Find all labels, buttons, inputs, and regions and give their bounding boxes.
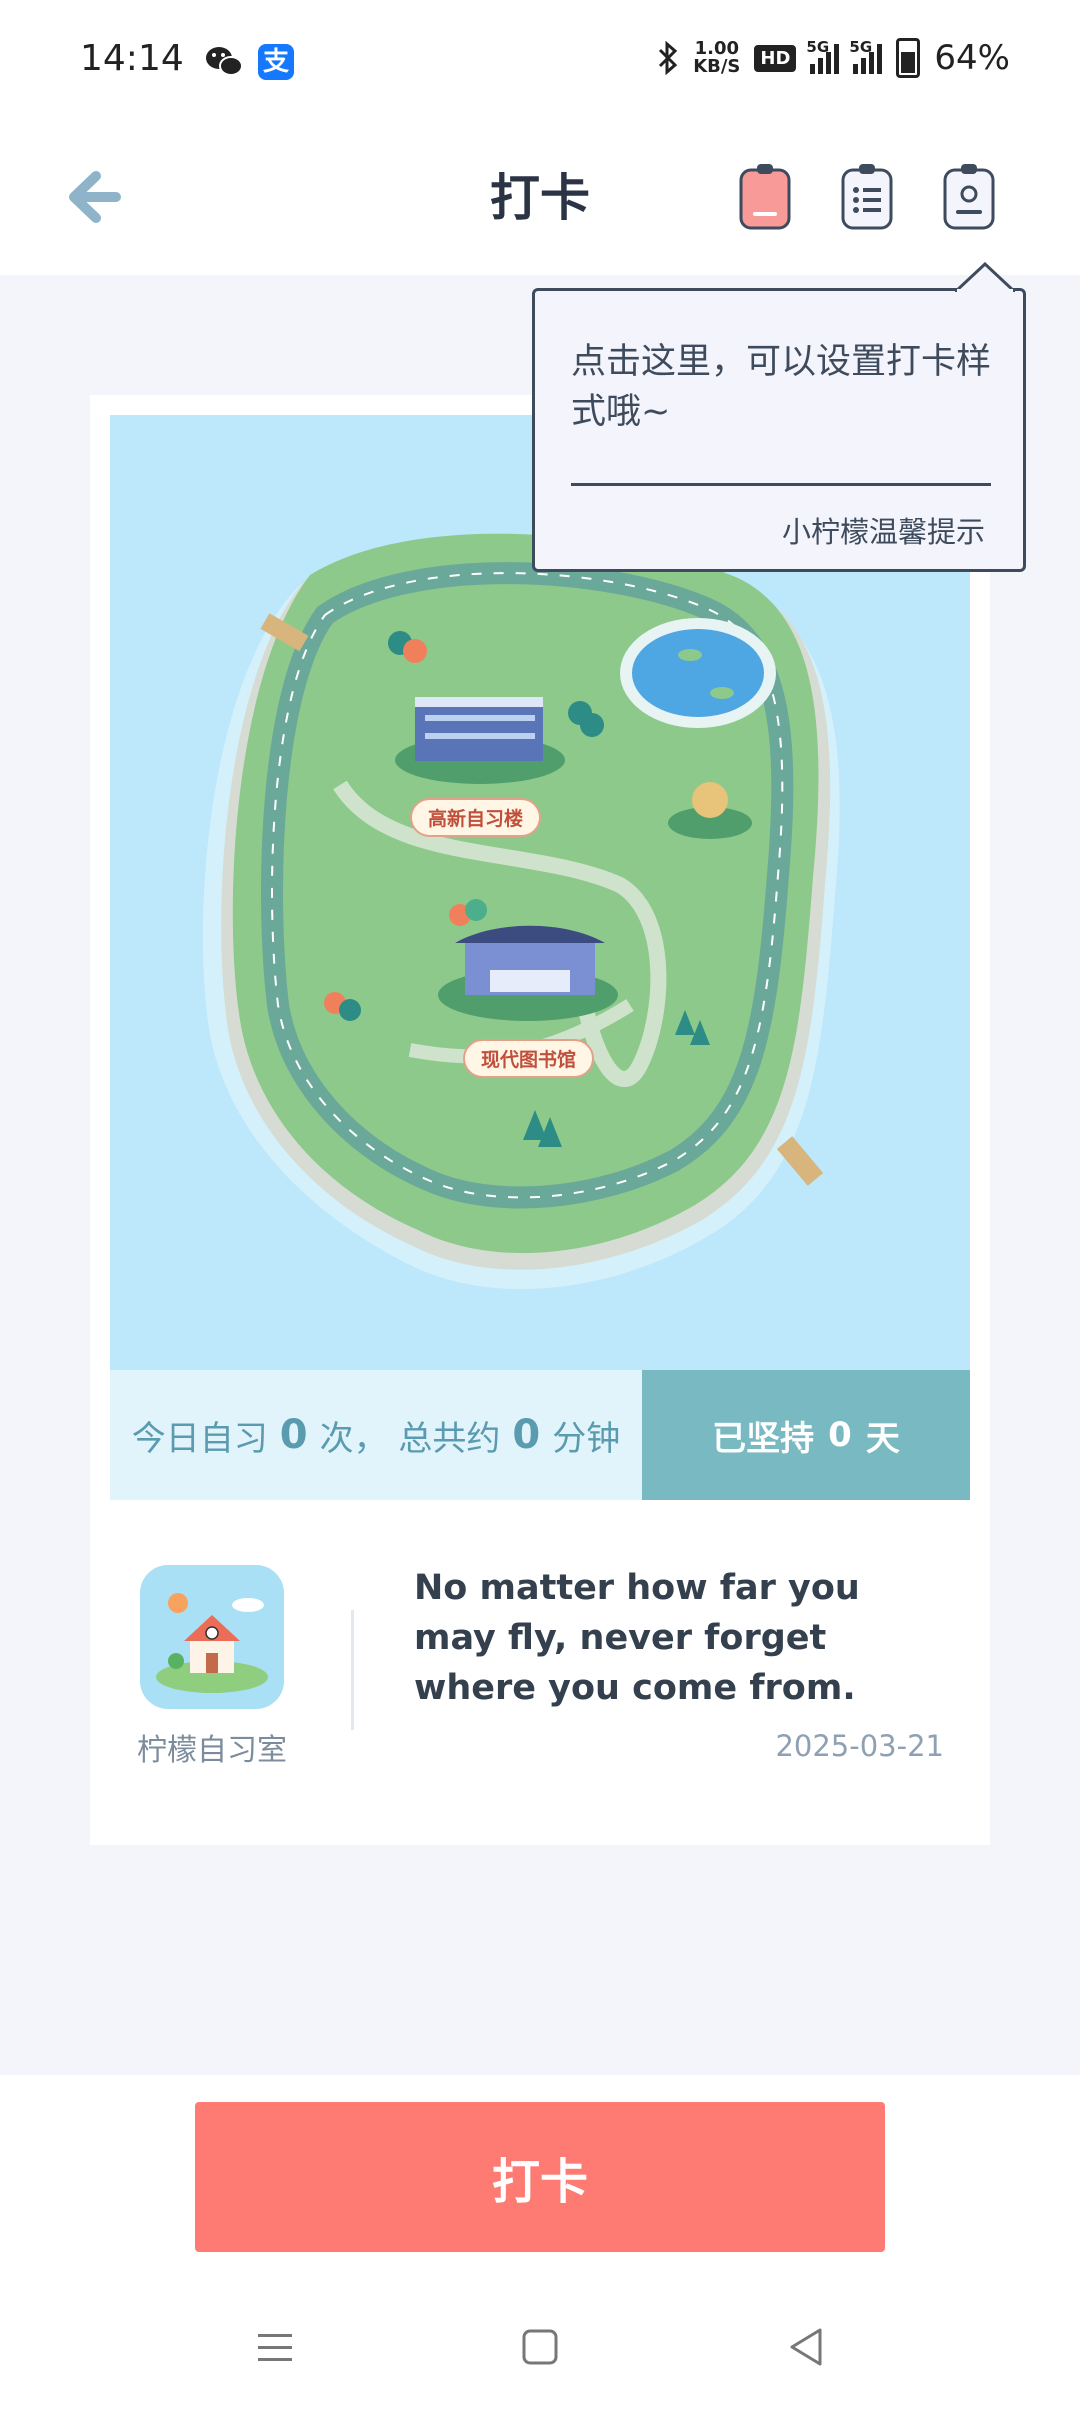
menu-icon[interactable] bbox=[250, 2322, 300, 2372]
map-label-building: 高新自习楼 bbox=[410, 798, 542, 837]
stats-bar: 今日自习 0 次， 总共约 0 分钟 已坚持 0 天 bbox=[110, 1370, 970, 1500]
map-label-library: 现代图书馆 bbox=[463, 1039, 595, 1078]
list-clipboard-icon[interactable] bbox=[839, 160, 895, 232]
battery-percent: 64% bbox=[934, 38, 1010, 78]
alipay-icon: 支 bbox=[258, 44, 294, 80]
status-bar: 14:14 支 1.00 KB/S HD 5G 5G 64% bbox=[0, 0, 1080, 120]
vertical-divider bbox=[351, 1610, 354, 1730]
signal-icon-2: 5G bbox=[849, 38, 883, 74]
house-icon bbox=[156, 1593, 268, 1693]
daily-quote: No matter how far you may fly, never for… bbox=[414, 1568, 860, 1708]
bluetooth-icon bbox=[659, 41, 678, 75]
signal-label-2: 5G bbox=[849, 38, 873, 56]
tooltip-arrow-icon bbox=[955, 262, 1015, 292]
status-time: 14:14 bbox=[80, 38, 184, 79]
study-room-name: 柠檬自习室 bbox=[137, 1733, 287, 1768]
pink-clipboard-icon[interactable] bbox=[737, 160, 793, 232]
signal-icon: 5G bbox=[806, 38, 840, 74]
status-right-group: 1.00 KB/S HD 5G 5G 64% bbox=[657, 38, 1010, 78]
streak-days: 0 bbox=[828, 1415, 852, 1455]
today-label: 今日自习 bbox=[131, 1418, 268, 1459]
home-icon[interactable] bbox=[515, 2322, 565, 2372]
back-icon[interactable] bbox=[782, 2322, 832, 2372]
minutes-unit: 分钟 bbox=[552, 1418, 621, 1459]
checkin-button[interactable]: 打卡 bbox=[195, 2102, 885, 2252]
hd-badge: HD bbox=[754, 44, 797, 72]
streak-unit: 天 bbox=[865, 1418, 900, 1459]
net-speed: 1.00 KB/S bbox=[693, 40, 740, 76]
style-tip-tooltip[interactable]: 点击这里，可以设置打卡样式哦~ 小柠檬温馨提示 bbox=[532, 262, 1026, 572]
total-label: 次， 总共约 bbox=[319, 1418, 501, 1459]
tooltip-text: 点击这里，可以设置打卡样式哦~ bbox=[571, 342, 992, 432]
quote-date: 2025-03-21 bbox=[775, 1729, 944, 1763]
study-room-logo bbox=[140, 1565, 284, 1709]
tooltip-signature: 小柠檬温馨提示 bbox=[781, 515, 985, 549]
app-header: 打卡 bbox=[0, 120, 1080, 275]
checkin-card: 高新自习楼 现代图书馆 今日自习 0 次， 总共约 0 分钟 已坚持 0 天 柠… bbox=[90, 395, 990, 1845]
wechat-icon bbox=[206, 47, 243, 76]
streak-label: 已坚持 bbox=[712, 1418, 815, 1459]
today-stats: 今日自习 0 次， 总共约 0 分钟 bbox=[110, 1370, 642, 1500]
streak-stats: 已坚持 0 天 bbox=[642, 1370, 970, 1500]
signal-label: 5G bbox=[806, 38, 830, 56]
total-minutes: 0 bbox=[512, 1412, 541, 1458]
page-title: 打卡 bbox=[490, 169, 590, 227]
today-count: 0 bbox=[279, 1412, 308, 1458]
net-speed-unit: KB/S bbox=[693, 56, 741, 77]
tooltip-divider bbox=[571, 483, 991, 486]
battery-icon bbox=[896, 38, 921, 78]
badge-clipboard-icon[interactable] bbox=[941, 160, 997, 232]
